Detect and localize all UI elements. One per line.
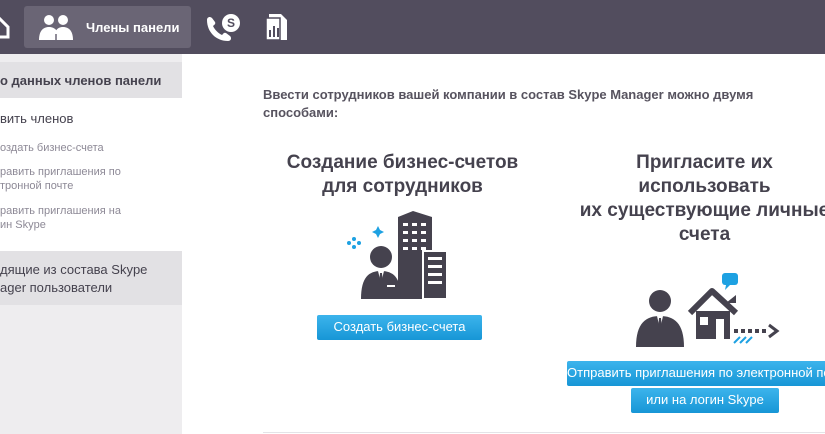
sidebar-link-label: оздать бизнес-счета: [0, 142, 104, 154]
business-accounts-title: Создание бизнес-счетов для сотрудников: [270, 151, 535, 199]
sidebar-link-label: ин Skype: [0, 219, 46, 231]
documents-icon: [265, 14, 287, 41]
sidebar-item-add-members[interactable]: вить членов: [0, 111, 73, 126]
nav-reports[interactable]: [264, 6, 296, 48]
send-skype-invites-button[interactable]: или на логин Skype: [631, 388, 779, 413]
top-navigation-bar: Члены панели S: [0, 0, 825, 54]
sidebar-link-skype-invites[interactable]: равить приглашения на ин Skype: [0, 204, 121, 232]
sidebar-link-email-invites[interactable]: равить приглашения по тронной почте: [0, 165, 121, 193]
nav-skype-numbers[interactable]: S: [203, 6, 243, 48]
nav-members[interactable]: Члены панели: [24, 6, 191, 48]
sidebar-section-members-data[interactable]: о данных членов панели: [0, 62, 182, 98]
title-line: счета: [678, 224, 731, 245]
business-building-icon: [347, 211, 448, 300]
invite-house-icon: [636, 273, 780, 347]
sidebar-section-label: дящие из состава Skype: [0, 262, 148, 277]
sidebar-section-label: ager пользователи: [0, 280, 113, 295]
svg-text:S: S: [227, 16, 235, 30]
title-line: Создание бизнес-счетов: [286, 152, 519, 173]
title-line: Пригласите их: [636, 152, 773, 173]
nav-members-label: Члены панели: [86, 19, 180, 35]
sidebar: о данных членов панели вить членов оздат…: [0, 54, 182, 434]
nav-home[interactable]: [0, 6, 10, 48]
sidebar-link-create-business-accounts[interactable]: оздать бизнес-счета: [0, 141, 104, 155]
members-icon: [39, 15, 73, 40]
content-divider: [263, 432, 825, 433]
title-line: для сотрудников: [322, 176, 483, 197]
create-business-accounts-button[interactable]: Создать бизнес-счета: [317, 315, 482, 340]
title-line: использовать: [638, 176, 771, 197]
invite-existing-title: Пригласите их использовать их существующ…: [562, 151, 825, 247]
sidebar-link-label: равить приглашения на: [0, 205, 121, 217]
title-line: их существующие личные: [579, 200, 825, 221]
sidebar-link-label: равить приглашения по: [0, 166, 121, 178]
send-email-invites-button[interactable]: Отправить приглашения по электронной поч…: [567, 361, 825, 386]
sidebar-section-departing-users[interactable]: дящие из состава Skype ager пользователи: [0, 251, 182, 305]
skype-call-icon: S: [207, 14, 240, 41]
intro-text: Ввести сотрудников вашей компании в сост…: [263, 87, 754, 120]
sidebar-link-label: тронной почте: [0, 180, 74, 192]
home-icon: [0, 16, 10, 39]
